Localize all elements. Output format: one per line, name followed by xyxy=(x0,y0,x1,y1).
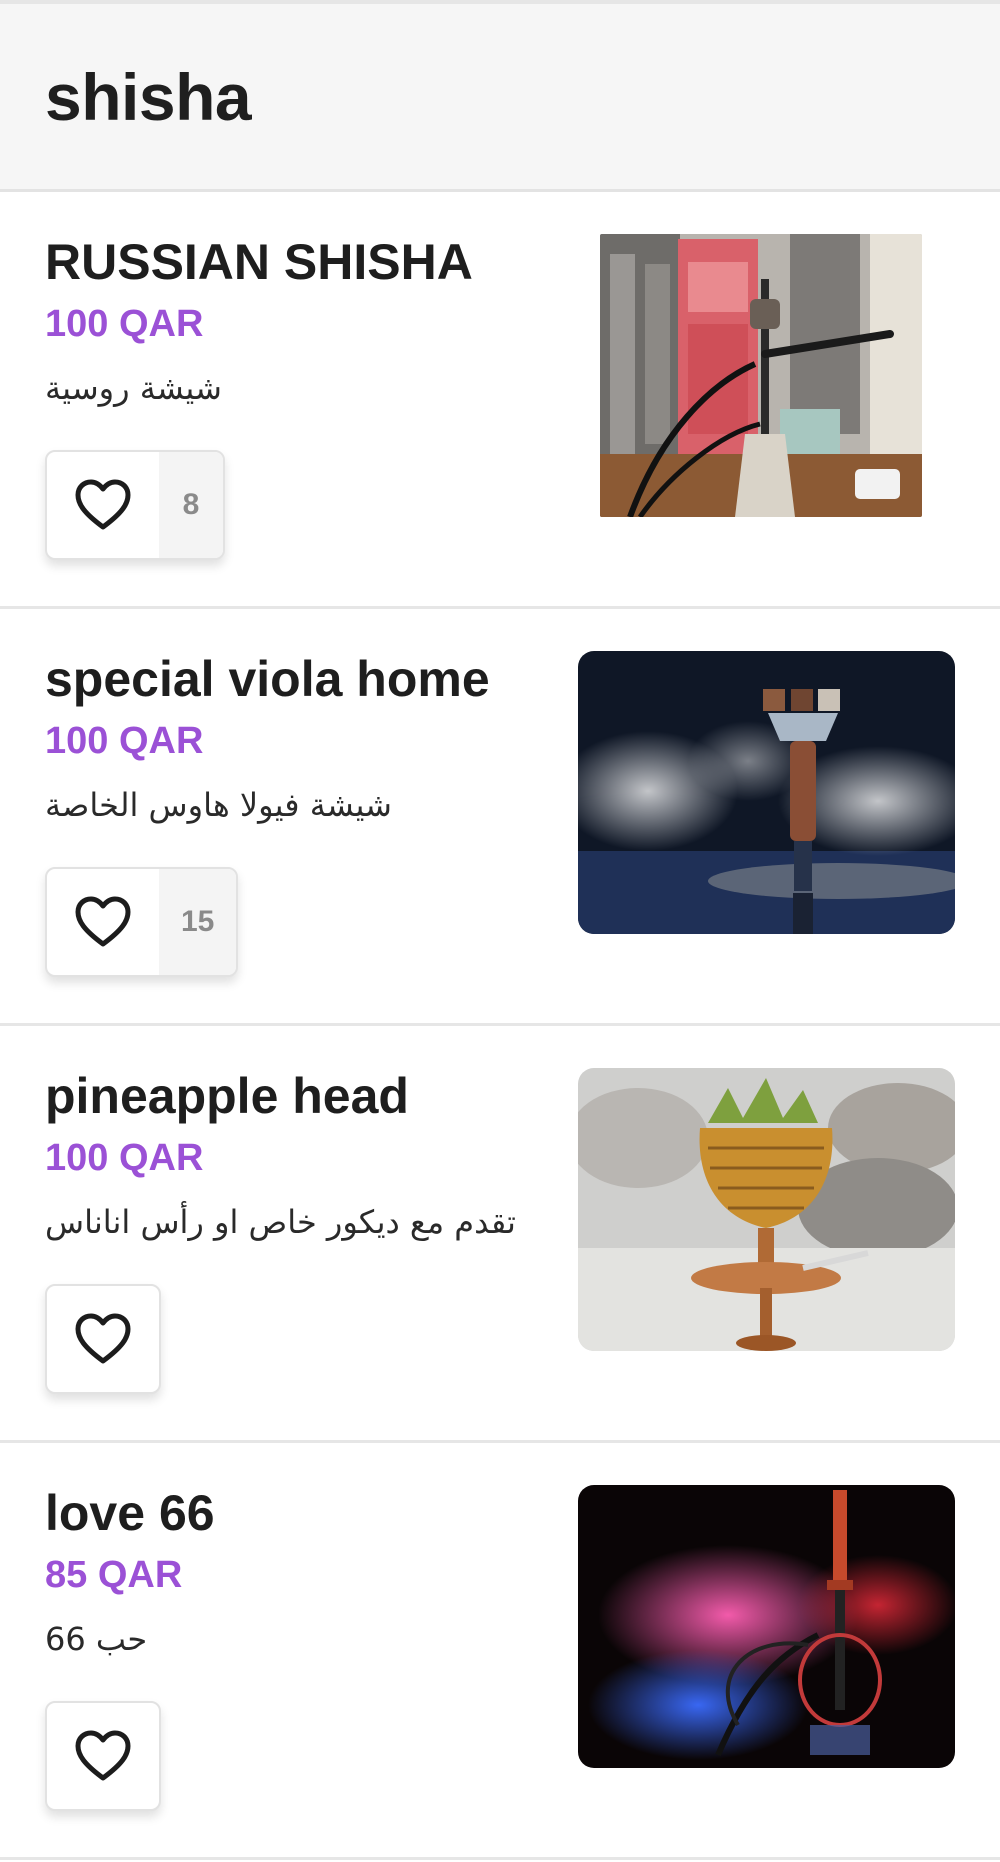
like-button[interactable] xyxy=(45,1701,161,1811)
like-count: 8 xyxy=(159,452,223,558)
heart-outline-icon xyxy=(75,1313,131,1364)
like-button[interactable] xyxy=(45,1284,161,1394)
item-description: حب 66 xyxy=(45,1620,148,1658)
menu-item[interactable]: special viola home 100 QAR شيشة فيولا ها… xyxy=(0,609,1000,1026)
hookah-photo xyxy=(600,234,922,517)
item-image xyxy=(578,1485,955,1768)
heart-outline-icon xyxy=(75,896,131,947)
hookah-smoke-photo xyxy=(578,651,955,934)
item-description: شيشة روسية xyxy=(45,369,222,407)
item-price: 100 QAR xyxy=(45,1137,204,1179)
item-name: RUSSIAN SHISHA xyxy=(45,234,473,290)
item-name: pineapple head xyxy=(45,1068,409,1124)
item-name: special viola home xyxy=(45,651,490,707)
item-image xyxy=(578,1068,955,1351)
like-button[interactable]: 8 xyxy=(45,450,225,560)
item-price: 100 QAR xyxy=(45,303,204,345)
menu-item[interactable]: pineapple head 100 QAR تقدم مع ديكور خاص… xyxy=(0,1026,1000,1443)
neon-smoke-hookah-photo xyxy=(578,1485,955,1768)
menu-item[interactable]: RUSSIAN SHISHA 100 QAR شيشة روسية 8 xyxy=(0,192,1000,609)
item-price: 85 QAR xyxy=(45,1554,183,1596)
category-header: shisha xyxy=(0,4,1000,192)
like-count: 15 xyxy=(159,869,237,975)
item-name: love 66 xyxy=(45,1485,215,1541)
menu-item[interactable]: love 66 85 QAR حب 66 xyxy=(0,1443,1000,1860)
item-price: 100 QAR xyxy=(45,720,204,762)
heart-outline-icon xyxy=(75,1730,131,1781)
item-description: تقدم مع ديكور خاص او رأس اناناس xyxy=(45,1203,516,1241)
pineapple-hookah-photo xyxy=(578,1068,955,1351)
item-image xyxy=(578,651,955,934)
item-image xyxy=(600,234,922,517)
category-title: shisha xyxy=(45,59,252,134)
heart-outline-icon xyxy=(75,479,131,530)
like-button[interactable]: 15 xyxy=(45,867,239,977)
item-description: شيشة فيولا هاوس الخاصة xyxy=(45,786,392,824)
